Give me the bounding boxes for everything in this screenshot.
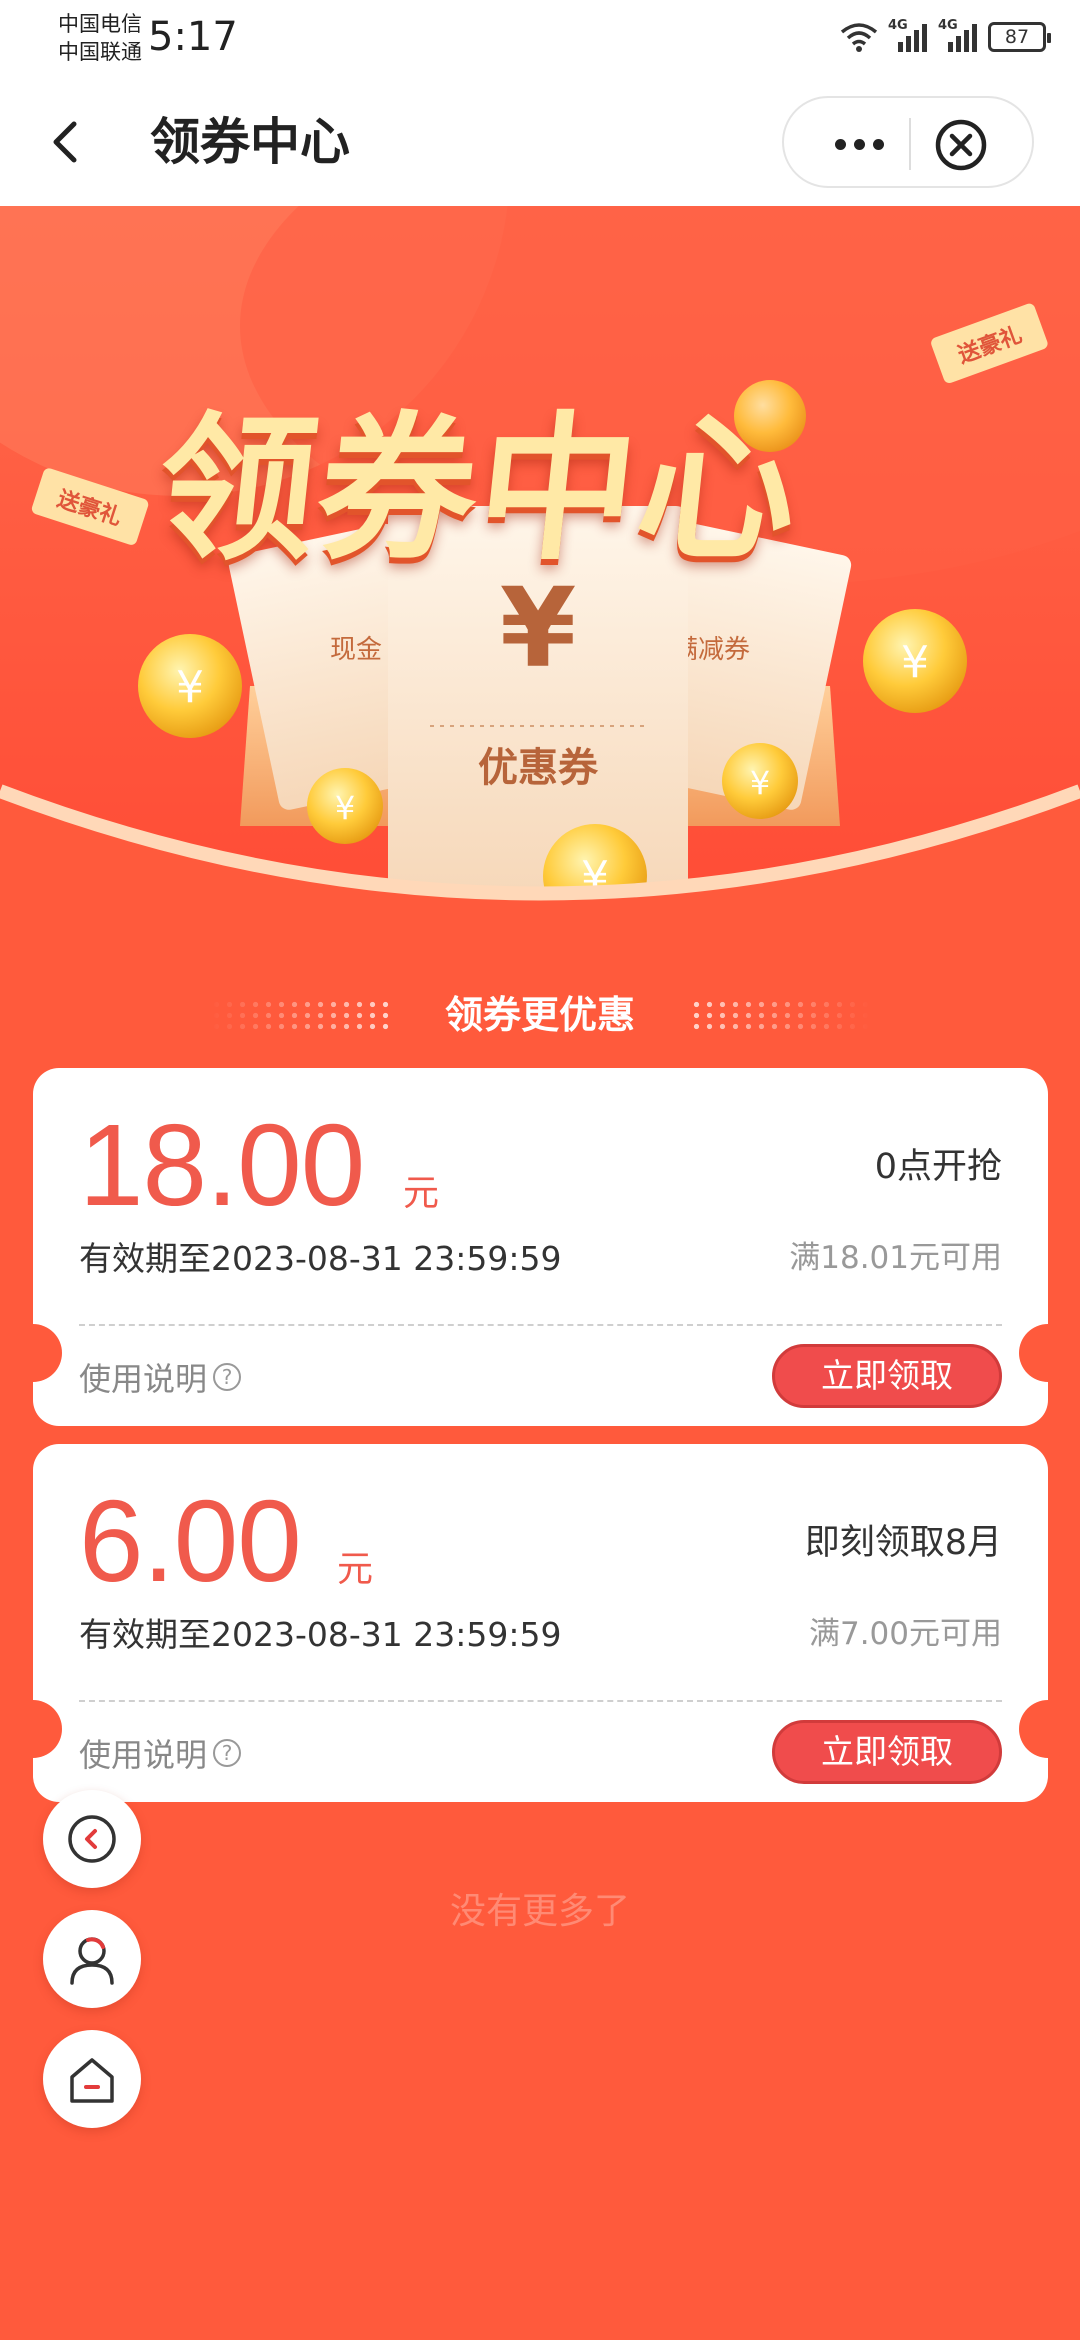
- close-button[interactable]: [934, 118, 988, 172]
- svg-text:¥: ¥: [901, 637, 929, 688]
- question-icon: ?: [213, 1363, 242, 1391]
- signal-1: 4G: [888, 18, 928, 54]
- usage-label: 使用说明: [79, 1360, 208, 1398]
- coupon-card: 6.00 元 即刻领取8月 有效期至2023-08-31 23:59:59 满7…: [4, 1444, 1077, 1802]
- coupon-status: 即刻领取8月: [804, 1523, 1002, 1563]
- section-heading-text: 领券更优惠: [444, 993, 635, 1037]
- claim-button[interactable]: 立即领取: [772, 1344, 1002, 1408]
- usage-instructions-link[interactable]: 使用说明 ?: [79, 1730, 242, 1776]
- coupon-card: 18.00 元 0点开抢 有效期至2023-08-31 23:59:59 满18…: [4, 1068, 1077, 1426]
- chevron-left-icon: [53, 121, 77, 163]
- claim-button[interactable]: 立即领取: [772, 1720, 1002, 1784]
- coupon-notch-left: [4, 1700, 62, 1758]
- hero-banner: 现金 满减券 ¥ 优惠券 ¥ ¥ ¥ ¥ ¥ 送豪礼 送豪礼 领券中心: [0, 206, 1080, 936]
- floating-user-button[interactable]: [43, 1910, 141, 2008]
- coupon-threshold: 满18.01元可用: [789, 1240, 1002, 1276]
- user-icon: [70, 1937, 114, 1985]
- decorative-dots-left: [210, 999, 390, 1031]
- status-bar: 中国电信 中国联通 5:17 4G 4G 87: [0, 0, 1080, 78]
- network-type-1: 4G: [888, 18, 908, 33]
- more-button[interactable]: [824, 120, 894, 168]
- decorative-dots-right: [690, 999, 870, 1031]
- coupon-notch-right: [1019, 1324, 1077, 1382]
- wifi-icon: [840, 23, 878, 52]
- more-dot-icon: [834, 138, 846, 150]
- usage-label: 使用说明: [79, 1736, 208, 1774]
- coupon-amount: 18.00: [79, 1100, 365, 1230]
- svg-text:¥: ¥: [176, 662, 204, 713]
- floating-home-button[interactable]: [43, 2030, 141, 2128]
- network-type-2: 4G: [938, 18, 958, 33]
- status-time: 5:17: [148, 14, 238, 60]
- back-circle-icon: [68, 1815, 116, 1863]
- floating-back-button[interactable]: [43, 1790, 141, 1888]
- coupon-amount: 6.00: [79, 1476, 302, 1606]
- coupon-divider: [79, 1324, 1002, 1326]
- system-icons: 4G 4G 87: [840, 18, 1051, 54]
- usage-instructions-link[interactable]: 使用说明 ?: [79, 1354, 242, 1400]
- more-dot-icon: [853, 138, 865, 150]
- hero-title: 领券中心: [148, 398, 809, 582]
- home-icon: [70, 2058, 114, 2103]
- coupon-unit: 元: [403, 1173, 440, 1214]
- coupon-threshold: 满7.00元可用: [808, 1616, 1002, 1652]
- carrier-1: 中国电信: [58, 12, 142, 36]
- question-icon: ?: [213, 1739, 242, 1767]
- close-circle-icon: [935, 119, 987, 171]
- ticket-left-label: 现金: [330, 635, 382, 665]
- page-title: 领券中心: [150, 113, 350, 171]
- coupon-validity: 有效期至2023-08-31 23:59:59: [79, 1615, 562, 1654]
- coupon-notch-right: [1019, 1700, 1077, 1758]
- coupon-status: 0点开抢: [874, 1147, 1002, 1187]
- section-heading: 领券更优惠: [0, 985, 1080, 1045]
- capsule-divider: [909, 118, 911, 170]
- carrier-2: 中国联通: [58, 40, 142, 64]
- mini-program-capsule: [782, 96, 1034, 188]
- coupon-unit: 元: [337, 1549, 374, 1590]
- carrier-names: 中国电信 中国联通: [58, 10, 142, 66]
- coupon-validity: 有效期至2023-08-31 23:59:59: [79, 1239, 562, 1278]
- svg-text:¥: ¥: [335, 789, 355, 827]
- back-button[interactable]: [40, 112, 100, 172]
- coupon-divider: [79, 1700, 1002, 1702]
- coupon-notch-left: [4, 1324, 62, 1382]
- svg-text:¥: ¥: [750, 764, 770, 802]
- ticket-center-label: 优惠券: [478, 745, 599, 791]
- battery-indicator: 87: [988, 22, 1051, 52]
- more-dot-icon: [872, 138, 884, 150]
- no-more-text: 没有更多了: [449, 1891, 630, 1932]
- nav-bar: 领券中心: [0, 78, 1080, 206]
- signal-2: 4G: [938, 18, 978, 54]
